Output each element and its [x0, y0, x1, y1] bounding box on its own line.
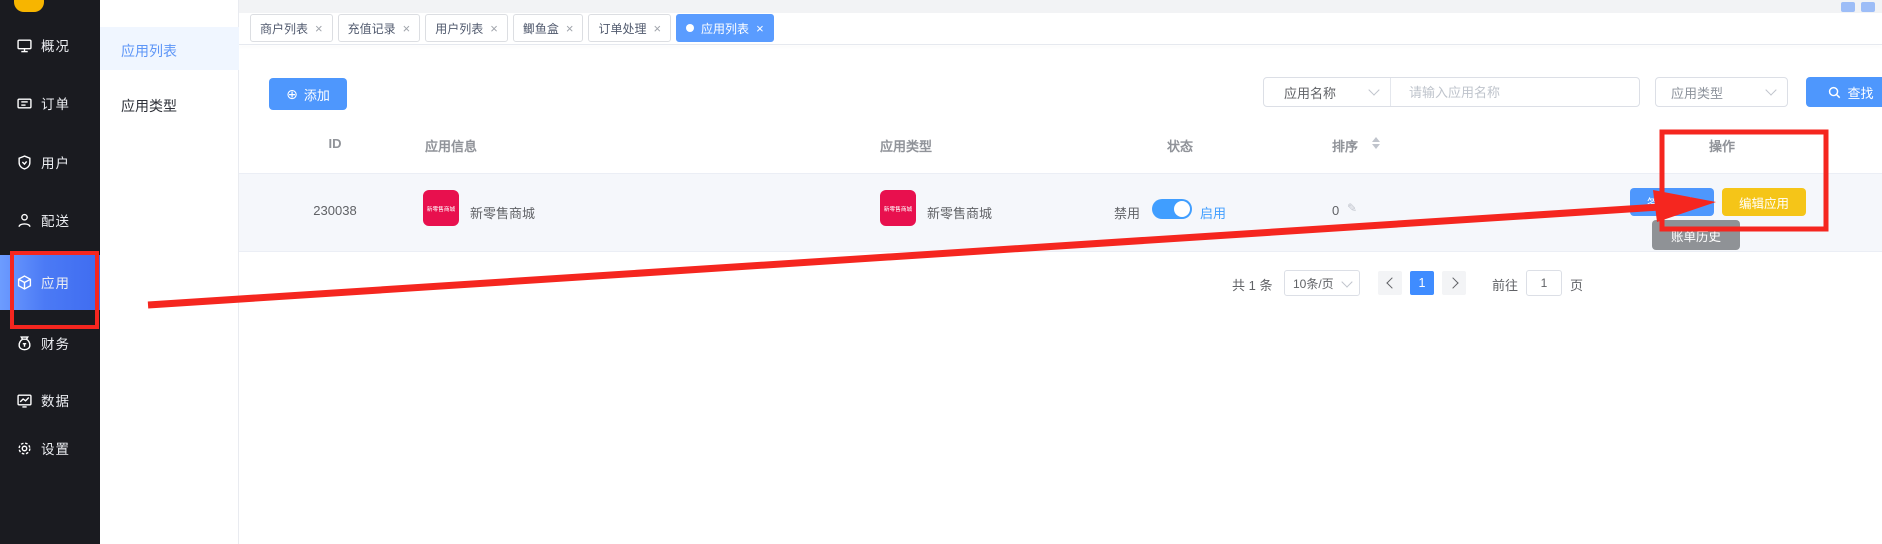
- sidebar-item-label: 用户: [41, 152, 70, 172]
- billing-history-tooltip: 账单历史: [1652, 220, 1740, 250]
- tab-bar: 商户列表× 充值记录× 用户列表× 鲫鱼盒× 订单处理× 应用列表×: [250, 14, 774, 44]
- close-icon[interactable]: ×: [566, 22, 574, 35]
- sidebar-item-delivery[interactable]: 配送: [0, 200, 100, 240]
- cell-sort-value: 0: [1332, 203, 1339, 218]
- status-off-label: 禁用: [1114, 203, 1140, 222]
- cube-icon: [17, 275, 32, 290]
- shield-icon: [17, 155, 32, 170]
- header-id: ID: [305, 136, 365, 151]
- sidebar-item-data[interactable]: 数据: [0, 380, 100, 420]
- page-size-select[interactable]: 10条/页: [1284, 270, 1360, 296]
- sidebar-item-finance[interactable]: 财务: [0, 323, 100, 363]
- tab-merchant-list[interactable]: 商户列表×: [250, 14, 333, 42]
- add-button[interactable]: ⊕ 添加: [269, 78, 347, 110]
- submenu-item-app-type[interactable]: 应用类型: [121, 96, 177, 116]
- chevron-right-icon: [1447, 277, 1458, 288]
- tab-jiyuhe[interactable]: 鲫鱼盒×: [513, 14, 584, 42]
- close-icon[interactable]: ×: [315, 22, 323, 35]
- person-icon: [17, 213, 32, 228]
- fullscreen-icon[interactable]: [1841, 2, 1855, 12]
- tabbar-divider: [239, 44, 1882, 45]
- sidebar-item-label: 设置: [41, 438, 70, 458]
- sidebar-item-label: 订单: [41, 93, 70, 113]
- cell-app-type-name: 新零售商城: [927, 203, 992, 222]
- sidebar-item-label: 财务: [41, 333, 70, 353]
- sidebar: 概况 订单 用户 配送 应用 财务 数据: [0, 0, 100, 544]
- monitor-icon: [17, 38, 32, 53]
- app-type-select[interactable]: 应用类型: [1655, 77, 1788, 107]
- status-on-label: 启用: [1200, 203, 1226, 222]
- header-status: 状态: [1150, 136, 1210, 155]
- close-icon[interactable]: ×: [403, 22, 411, 35]
- page-unit-label: 页: [1570, 275, 1583, 294]
- sidebar-item-label: 数据: [41, 390, 70, 410]
- page-number-button[interactable]: 1: [1410, 271, 1434, 295]
- close-icon[interactable]: ×: [756, 22, 764, 35]
- sidebar-item-users[interactable]: 用户: [0, 142, 100, 182]
- header-app-type: 应用类型: [880, 136, 932, 155]
- pagination-total: 共 1 条: [1232, 275, 1272, 294]
- sort-carets-icon[interactable]: [1372, 137, 1380, 149]
- user-avatar-icon[interactable]: [1861, 2, 1875, 12]
- header-app-info: 应用信息: [425, 136, 477, 155]
- tab-recharge-records[interactable]: 充值记录×: [338, 14, 421, 42]
- chevron-down-icon: [1765, 84, 1776, 95]
- chart-icon: [17, 393, 32, 408]
- goto-label: 前往: [1492, 275, 1518, 294]
- search-field-select[interactable]: 应用名称: [1264, 78, 1391, 106]
- cell-id: 230038: [305, 203, 365, 218]
- header-sort: 排序: [1332, 136, 1358, 155]
- chevron-down-icon: [1368, 84, 1379, 95]
- sidebar-item-label: 概况: [41, 35, 70, 55]
- app-icon: 新零售商城: [423, 190, 459, 226]
- tab-order-processing[interactable]: 订单处理×: [588, 14, 671, 42]
- app-type-icon: 新零售商城: [880, 190, 916, 226]
- close-icon[interactable]: ×: [653, 22, 661, 35]
- app-name-search-group: 应用名称 请输入应用名称: [1263, 77, 1640, 107]
- gear-icon: [17, 441, 32, 456]
- close-icon[interactable]: ×: [490, 22, 498, 35]
- sidebar-item-orders[interactable]: 订单: [0, 83, 100, 123]
- status-toggle[interactable]: [1152, 199, 1192, 219]
- money-bag-icon: [17, 336, 32, 351]
- tab-user-list[interactable]: 用户列表×: [425, 14, 508, 42]
- active-dot-icon: [686, 24, 694, 32]
- sign-merchant-button[interactable]: 签约商户: [1630, 188, 1714, 216]
- order-icon: [17, 96, 32, 111]
- submenu-item-app-list[interactable]: 应用列表: [121, 41, 177, 61]
- search-icon: [1828, 86, 1841, 99]
- submenu-panel: [100, 0, 239, 544]
- next-page-button[interactable]: [1442, 271, 1466, 295]
- sidebar-item-overview[interactable]: 概况: [0, 25, 100, 65]
- edit-app-button[interactable]: 编辑应用: [1722, 188, 1806, 216]
- cell-app-name: 新零售商城: [470, 203, 535, 222]
- plus-circle-icon: ⊕: [286, 86, 298, 103]
- search-button[interactable]: 查找: [1806, 77, 1882, 107]
- header-actions: 操作: [1692, 136, 1752, 155]
- sidebar-item-label: 应用: [41, 272, 70, 292]
- prev-page-button[interactable]: [1378, 271, 1402, 295]
- sidebar-item-label: 配送: [41, 210, 70, 230]
- tab-app-list-active[interactable]: 应用列表×: [676, 14, 774, 42]
- goto-page-input[interactable]: 1: [1526, 270, 1562, 296]
- chevron-left-icon: [1386, 277, 1397, 288]
- sidebar-item-apps[interactable]: 应用: [0, 262, 100, 302]
- app-logo: [14, 0, 44, 12]
- app-name-input[interactable]: 请输入应用名称: [1391, 82, 1639, 102]
- chevron-down-icon: [1341, 276, 1352, 287]
- sidebar-item-settings[interactable]: 设置: [0, 428, 100, 468]
- edit-pencil-icon[interactable]: ✎: [1347, 201, 1357, 215]
- topbar: [239, 0, 1882, 13]
